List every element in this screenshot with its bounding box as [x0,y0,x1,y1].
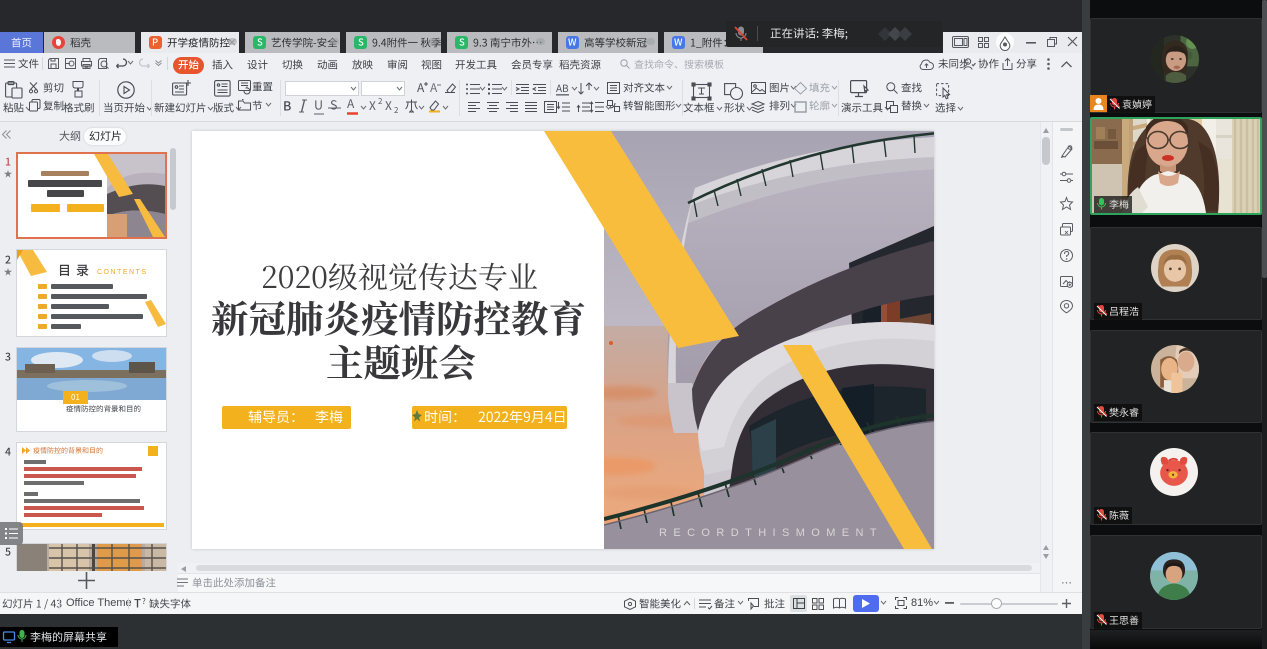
svg-text:CONTENTS: CONTENTS [97,269,148,276]
